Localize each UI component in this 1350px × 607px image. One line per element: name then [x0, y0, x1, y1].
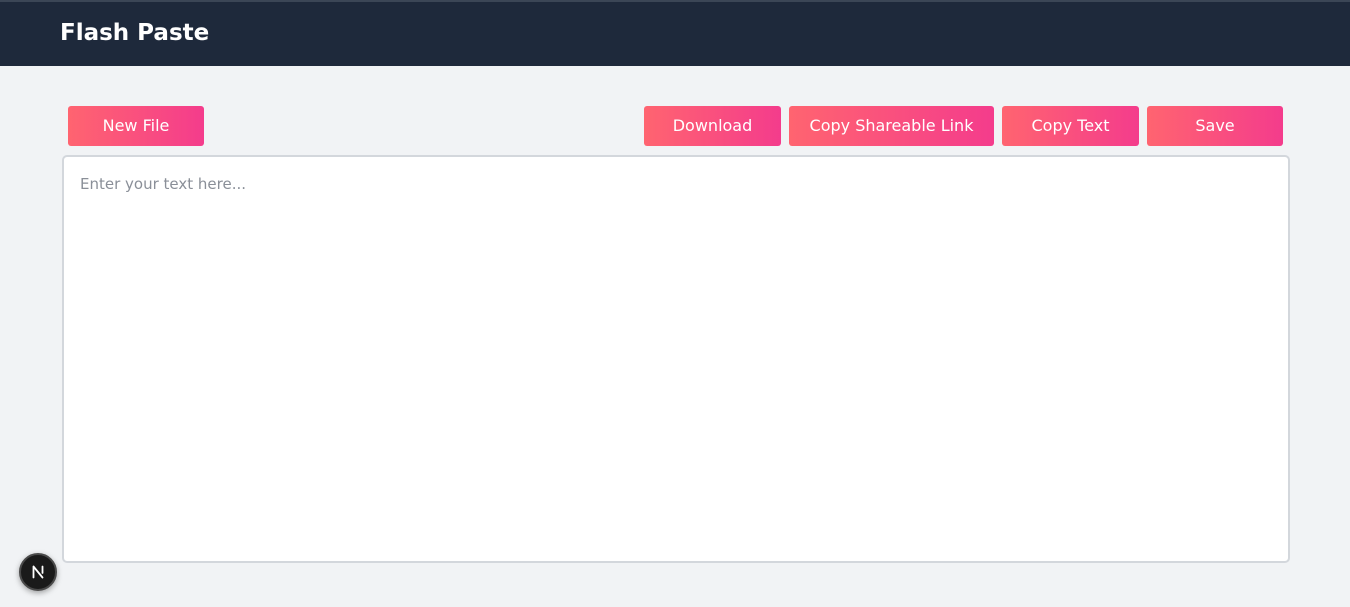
app-title: Flash Paste	[60, 20, 210, 46]
download-button[interactable]: Download	[644, 106, 781, 146]
new-file-button[interactable]: New File	[68, 106, 204, 146]
next-logo-icon	[32, 565, 44, 579]
save-button[interactable]: Save	[1147, 106, 1283, 146]
text-editor[interactable]	[62, 155, 1290, 563]
copy-text-button[interactable]: Copy Text	[1002, 106, 1139, 146]
copy-shareable-link-button[interactable]: Copy Shareable Link	[789, 106, 994, 146]
app-header: Flash Paste	[0, 0, 1350, 66]
next-dev-badge[interactable]	[19, 553, 57, 591]
